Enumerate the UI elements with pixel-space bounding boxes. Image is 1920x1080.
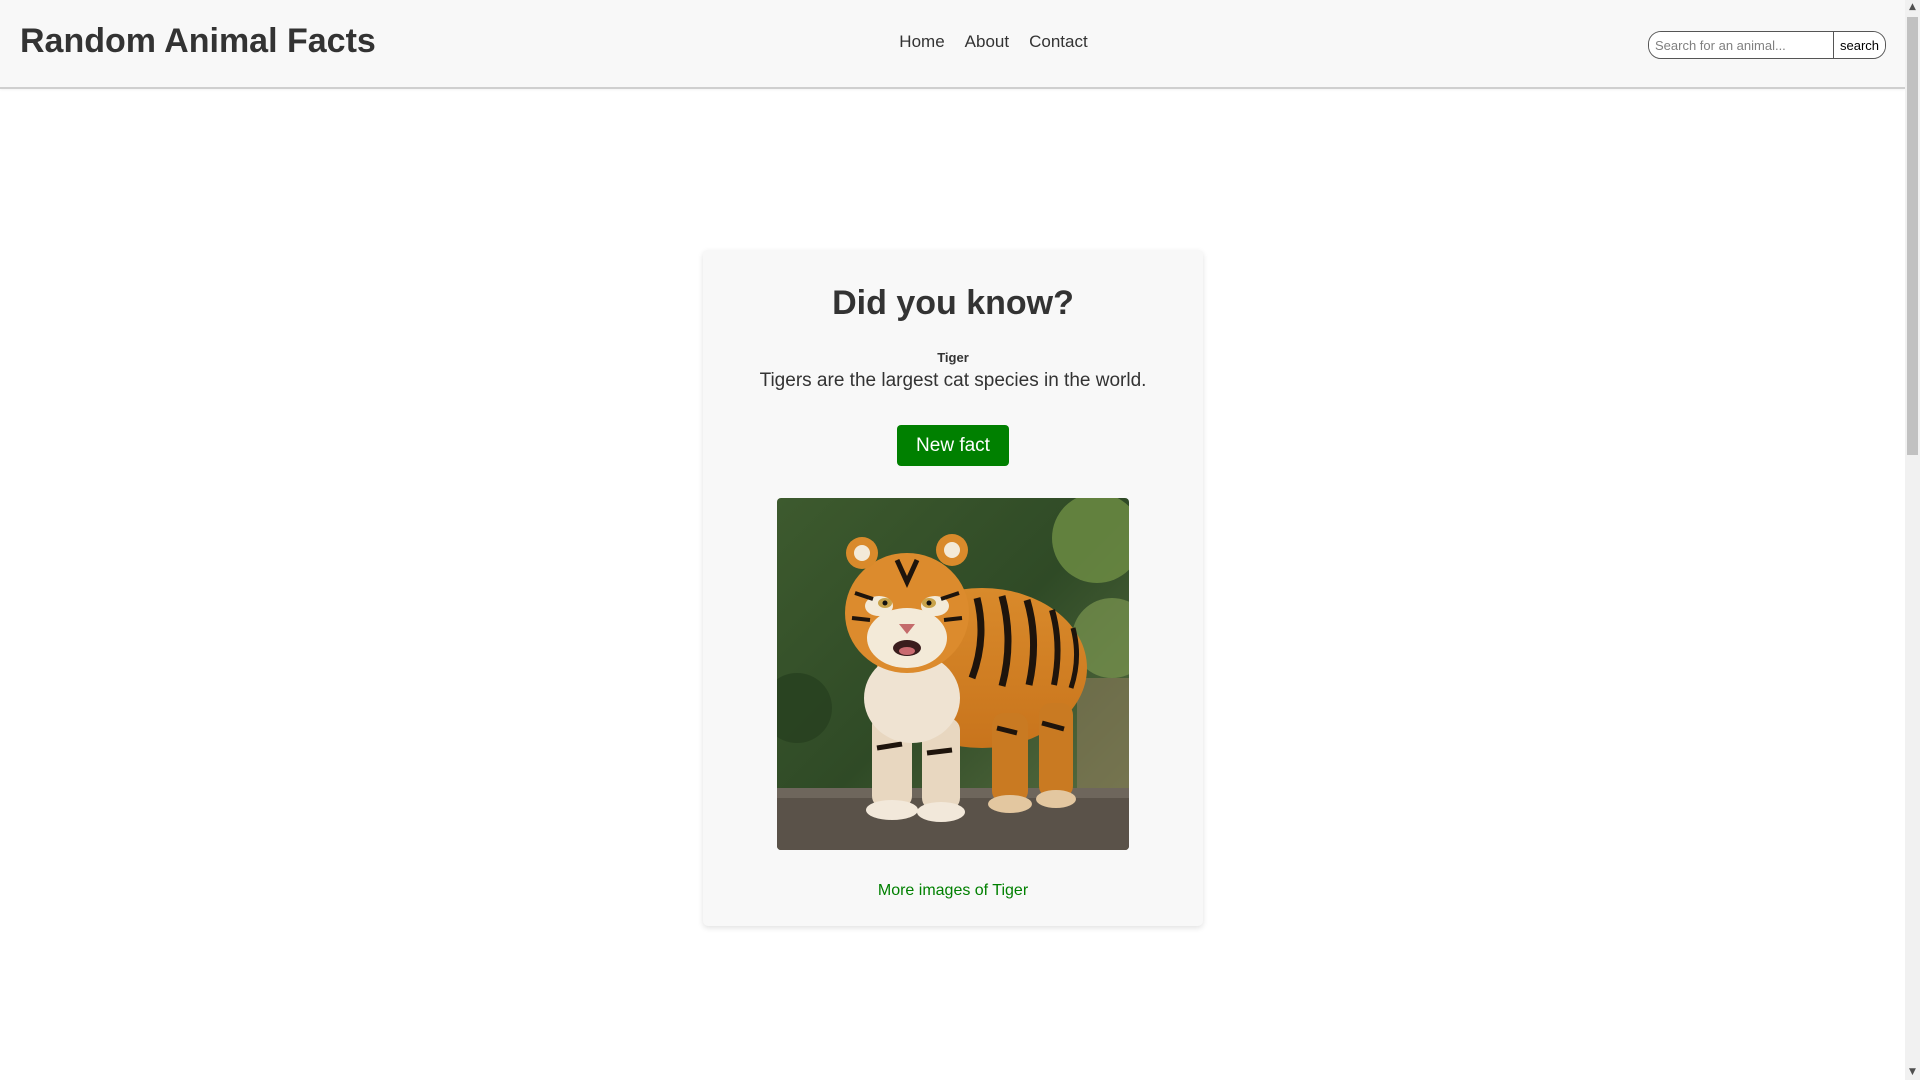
site-header: Random Animal Facts Home About Contact s… bbox=[0, 0, 1905, 89]
scrollbar[interactable]: ▲ ▼ bbox=[1905, 0, 1920, 1080]
nav-home-link[interactable]: Home bbox=[899, 32, 944, 52]
chevron-down-icon[interactable]: ▼ bbox=[1905, 1065, 1920, 1080]
scrollbar-thumb[interactable] bbox=[1907, 17, 1918, 455]
nav-contact-link[interactable]: Contact bbox=[1029, 32, 1088, 52]
search-input[interactable] bbox=[1649, 32, 1833, 58]
fact-card: Did you know? Tiger Tigers are the large… bbox=[703, 250, 1203, 926]
nav-about-link[interactable]: About bbox=[965, 32, 1009, 52]
tiger-image bbox=[777, 498, 1129, 850]
fact-text: Tigers are the largest cat species in th… bbox=[759, 370, 1147, 391]
search-button[interactable]: search bbox=[1833, 32, 1886, 58]
new-fact-button[interactable]: New fact bbox=[897, 425, 1009, 466]
animal-name: Tiger bbox=[937, 350, 969, 365]
page: Random Animal Facts Home About Contact s… bbox=[0, 0, 1920, 1080]
card-heading: Did you know? bbox=[832, 284, 1074, 322]
chevron-up-icon[interactable]: ▲ bbox=[1905, 0, 1920, 15]
site-title: Random Animal Facts bbox=[20, 22, 376, 60]
search-form: search bbox=[1648, 31, 1887, 59]
more-images-link[interactable]: More images of Tiger bbox=[703, 882, 1203, 900]
